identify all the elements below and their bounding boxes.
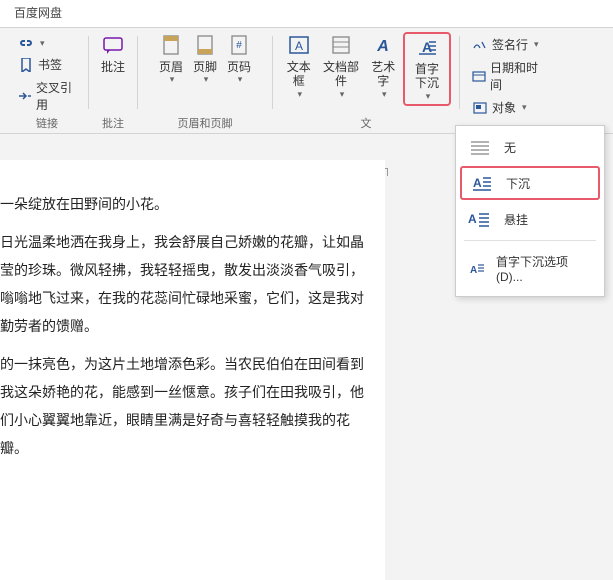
xref-icon (18, 89, 32, 103)
link-icon (18, 36, 34, 50)
dropcap-small-icon: A (468, 260, 486, 278)
parts-label: 文档部件 (323, 60, 360, 89)
chevron-down-icon: ▾ (238, 74, 243, 85)
signature-icon (472, 38, 488, 52)
object-button[interactable]: 对象 ▾ (468, 97, 546, 118)
object-icon (472, 101, 488, 115)
dropcap-highlight: A 首字下沉 ▾ (403, 32, 451, 106)
header-button[interactable]: 页眉 ▾ (155, 32, 187, 87)
group-text-label: 文 (275, 115, 457, 131)
dropcap-none[interactable]: 无 (456, 130, 604, 164)
chevron-down-icon: ▾ (382, 89, 387, 100)
document-body[interactable]: 一朵绽放在田野间的小花。 日光温柔地洒在我身上，我会舒展自己娇嫩的花瓣，让如晶莹… (0, 160, 385, 580)
chevron-down-icon: ▾ (170, 74, 175, 85)
group-links-label: 链接 (8, 115, 86, 131)
svg-text:A: A (470, 265, 477, 276)
group-headerfooter: 页眉 ▾ 页脚 ▾ # 页码 ▾ 页眉和页脚 (140, 32, 270, 133)
pagenum-icon: # (228, 34, 250, 56)
header-icon (160, 34, 182, 56)
datetime-icon (472, 69, 486, 83)
dropcap-options-label: 首字下沉选项(D)... (496, 253, 592, 284)
bookmark-button[interactable]: 书签 (14, 54, 80, 75)
dropcap-options[interactable]: A 首字下沉选项(D)... (456, 245, 604, 292)
comment-button[interactable]: 批注 (97, 32, 129, 76)
group-annotation: 批注 批注 (91, 32, 135, 133)
tab-baidu[interactable]: 百度网盘 (0, 0, 76, 27)
pagenum-button[interactable]: # 页码 ▾ (223, 32, 255, 87)
group-text: A 文本框 ▾ 文档部件 ▾ A 艺术字 ▾ A 首字下沉 ▾ (275, 32, 457, 133)
dropdown-separator (464, 240, 596, 241)
chevron-down-icon: ▾ (534, 39, 539, 50)
comment-icon (102, 34, 124, 56)
wordart-button[interactable]: A 艺术字 ▾ (365, 32, 401, 106)
drop-icon: A (470, 174, 494, 192)
textbox-icon: A (288, 34, 310, 56)
dropcap-dropdown: 无 A 下沉 A 悬挂 A 首字下沉选项(D)... (455, 125, 605, 297)
group-anno-label: 批注 (91, 115, 135, 131)
footer-icon (194, 34, 216, 56)
footer-label: 页脚 (193, 60, 217, 74)
chevron-down-icon: ▾ (340, 89, 345, 100)
parts-icon (330, 34, 352, 56)
comment-label: 批注 (101, 60, 125, 74)
none-icon (468, 138, 492, 156)
textbox-button[interactable]: A 文本框 ▾ (281, 32, 317, 106)
datetime-label: 日期和时间 (490, 59, 542, 93)
ribbon: ▾ 书签 交叉引用 链接 批注 批注 页眉 ▾ (0, 28, 613, 134)
datetime-button[interactable]: 日期和时间 (468, 57, 546, 95)
chevron-down-icon: ▾ (522, 102, 527, 113)
wordart-icon: A (372, 34, 394, 56)
group-links: ▾ 书签 交叉引用 链接 (8, 32, 86, 133)
group-hf-label: 页眉和页脚 (140, 115, 270, 131)
chevron-down-icon: ▾ (426, 91, 431, 102)
wordart-label: 艺术字 (369, 60, 397, 89)
svg-text:A: A (295, 39, 303, 53)
bookmark-icon (18, 58, 34, 72)
dropcap-icon: A (416, 36, 438, 58)
dropcap-drop-label: 下沉 (506, 175, 530, 192)
doc-para-3: 的一抹亮色，为这片土地增添色彩。当农民伯伯在田间看到我这朵娇艳的花，能感到一丝惬… (0, 350, 375, 462)
dropcap-drop[interactable]: A 下沉 (460, 166, 600, 200)
chevron-down-icon: ▾ (40, 38, 45, 49)
xref-button[interactable]: 交叉引用 (14, 77, 80, 115)
header-label: 页眉 (159, 60, 183, 74)
link-button[interactable]: ▾ (14, 34, 80, 52)
bookmark-label: 书签 (38, 56, 62, 73)
dropcap-hang[interactable]: A 悬挂 (456, 202, 604, 236)
signature-button[interactable]: 签名行 ▾ (468, 34, 546, 55)
doc-para-2: 日光温柔地洒在我身上，我会舒展自己娇嫩的花瓣，让如晶莹的珍珠。微风轻拂，我轻轻摇… (0, 228, 375, 340)
chevron-down-icon: ▾ (298, 89, 303, 100)
dropcap-hang-label: 悬挂 (504, 211, 528, 228)
dropcap-label: 首字下沉 (409, 62, 445, 91)
parts-button[interactable]: 文档部件 ▾ (319, 32, 364, 106)
signature-label: 签名行 (492, 36, 528, 53)
svg-text:#: # (236, 40, 242, 51)
object-label: 对象 (492, 99, 516, 116)
xref-label: 交叉引用 (36, 79, 76, 113)
group-right: 签名行 ▾ 日期和时间 对象 ▾ (462, 32, 552, 133)
footer-button[interactable]: 页脚 ▾ (189, 32, 221, 87)
svg-text:A: A (468, 212, 477, 226)
svg-text:A: A (473, 176, 482, 190)
dropcap-button[interactable]: A 首字下沉 ▾ (407, 36, 447, 102)
tab-strip: 百度网盘 (0, 0, 613, 28)
dropcap-none-label: 无 (504, 139, 516, 156)
doc-para-1: 一朵绽放在田野间的小花。 (0, 190, 375, 218)
svg-text:A: A (376, 38, 389, 55)
chevron-down-icon: ▾ (204, 74, 209, 85)
hang-icon: A (468, 210, 492, 228)
pagenum-label: 页码 (227, 60, 251, 74)
textbox-label: 文本框 (285, 60, 313, 89)
